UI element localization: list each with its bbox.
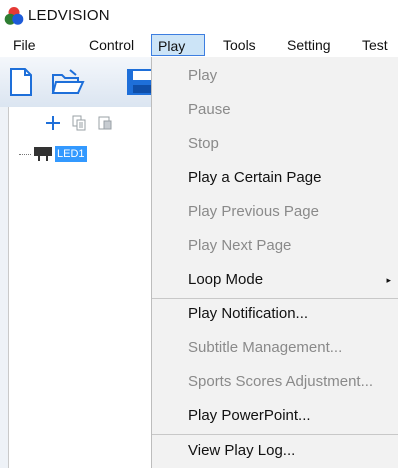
menu-item-label: Loop Mode	[188, 271, 264, 288]
menu-item-loop-mode[interactable]: Loop Mode ▸	[152, 263, 398, 297]
menu-control[interactable]: Control	[89, 35, 134, 55]
menu-item-play-previous-page[interactable]: Play Previous Page	[152, 195, 398, 229]
menu-item-sports-scores-adjustment[interactable]: Sports Scores Adjustment...	[152, 365, 398, 399]
menu-play[interactable]: Play	[151, 34, 205, 56]
paste-icon[interactable]	[97, 115, 113, 131]
play-menu-dropdown: Play Pause Stop Play a Certain Page Play…	[151, 57, 398, 468]
copy-icon[interactable]	[71, 115, 87, 131]
menu-item-subtitle-management[interactable]: Subtitle Management...	[152, 331, 398, 365]
menu-tools[interactable]: Tools	[223, 35, 256, 55]
menu-setting[interactable]: Setting	[287, 35, 331, 55]
led-screen-icon	[34, 147, 52, 161]
menu-bar: File Control Play Tools Setting Test	[0, 32, 398, 57]
menu-item-play-powerpoint[interactable]: Play PowerPoint...	[152, 399, 398, 433]
screen-tree-panel: LED1	[8, 107, 151, 468]
tree-toolbar	[9, 113, 151, 135]
toolbar	[0, 57, 160, 108]
menu-file[interactable]: File	[13, 35, 36, 55]
new-file-icon[interactable]	[8, 67, 34, 97]
menu-item-play-notification[interactable]: Play Notification...	[152, 297, 398, 331]
title-bar: LEDVISION	[0, 0, 398, 32]
menu-item-view-play-log[interactable]: View Play Log...	[152, 434, 398, 468]
menu-item-pause[interactable]: Pause	[152, 93, 398, 127]
tree-item-label[interactable]: LED1	[55, 146, 87, 162]
menu-test[interactable]: Test	[362, 35, 388, 55]
menu-item-play-next-page[interactable]: Play Next Page	[152, 229, 398, 263]
menu-item-play[interactable]: Play	[152, 59, 398, 93]
app-title: LEDVISION	[28, 7, 110, 24]
menu-item-stop[interactable]: Stop	[152, 127, 398, 161]
tree-connector	[19, 154, 31, 155]
submenu-arrow-icon: ▸	[386, 275, 391, 285]
add-icon[interactable]	[45, 115, 61, 131]
ledvision-logo-icon	[4, 7, 24, 25]
left-dock-strip	[0, 107, 8, 468]
menu-item-play-certain-page[interactable]: Play a Certain Page	[152, 161, 398, 195]
open-folder-icon[interactable]	[50, 67, 86, 97]
